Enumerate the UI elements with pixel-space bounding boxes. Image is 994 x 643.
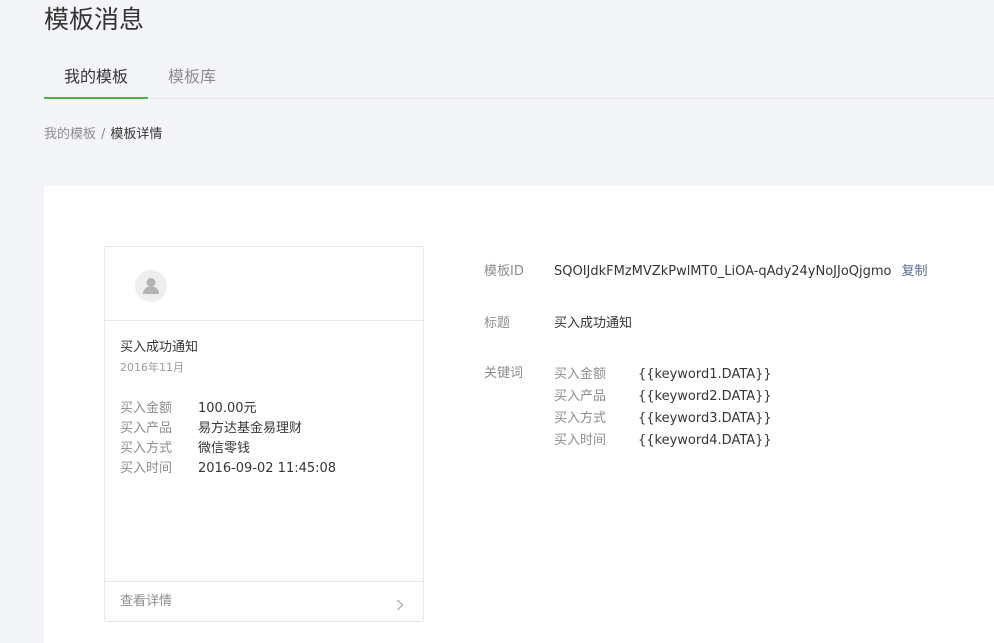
template-id-label: 模板ID <box>484 264 524 279</box>
template-id-value: SQOIJdkFMzMVZkPwlMT0_LiOA-qAdy24yNoJJoQj… <box>554 264 892 279</box>
preview-body: 买入成功通知 2016年11月 买入金额 100.00元 买入产品 易方达基金易… <box>120 339 408 479</box>
keyword-name: 买入金额 <box>554 367 607 382</box>
preview-field-row: 买入产品 易方达基金易理财 <box>120 419 408 439</box>
keyword-name: 买入时间 <box>554 433 607 448</box>
breadcrumb-current: 模板详情 <box>110 127 163 142</box>
keywords-list: 买入金额 {{keyword1.DATA}} 买入产品 {{keyword2.D… <box>554 364 772 452</box>
view-details-label: 查看详情 <box>120 594 173 609</box>
user-avatar-icon <box>135 270 167 302</box>
keyword-value: {{keyword1.DATA}} <box>638 367 772 382</box>
keywords-label: 关键词 <box>484 366 524 381</box>
preview-field-value: 2016-09-02 11:45:08 <box>198 461 337 476</box>
view-details-link[interactable]: 查看详情 <box>105 581 423 621</box>
preview-header <box>105 247 423 321</box>
preview-fields: 买入金额 100.00元 买入产品 易方达基金易理财 买入方式 微信零钱 买入时… <box>120 399 408 479</box>
preview-field-row: 买入金额 100.00元 <box>120 399 408 419</box>
breadcrumb: 我的模板 / 模板详情 <box>44 126 162 144</box>
preview-field-row: 买入方式 微信零钱 <box>120 439 408 459</box>
keyword-value: {{keyword3.DATA}} <box>638 411 772 426</box>
tab-my-templates[interactable]: 我的模板 <box>44 58 148 99</box>
template-title-value: 买入成功通知 <box>554 316 633 331</box>
template-title-row: 标题 买入成功通知 <box>484 314 984 334</box>
preview-field-label: 买入产品 <box>120 421 173 436</box>
keyword-name: 买入产品 <box>554 389 607 404</box>
copy-button[interactable]: 复制 <box>902 264 928 279</box>
message-preview-card: 买入成功通知 2016年11月 买入金额 100.00元 买入产品 易方达基金易… <box>104 246 424 622</box>
tab-bar: 我的模板 模板库 <box>44 58 994 99</box>
keyword-value: {{keyword4.DATA}} <box>638 433 772 448</box>
breadcrumb-separator: / <box>101 127 106 142</box>
preview-field-row: 买入时间 2016-09-02 11:45:08 <box>120 459 408 479</box>
preview-field-value: 100.00元 <box>198 401 257 416</box>
chevron-right-icon <box>394 596 406 611</box>
preview-field-value: 易方达基金易理财 <box>198 421 303 436</box>
template-details: 模板ID SQOIJdkFMzMVZkPwlMT0_LiOA-qAdy24yNo… <box>484 262 984 448</box>
preview-title: 买入成功通知 <box>120 340 199 355</box>
page-title: 模板消息 <box>44 5 145 34</box>
keyword-item: 买入时间 {{keyword4.DATA}} <box>554 430 772 452</box>
template-title-label: 标题 <box>484 316 511 331</box>
tab-template-library[interactable]: 模板库 <box>168 58 216 98</box>
preview-date: 2016年11月 <box>120 361 184 374</box>
preview-field-value: 微信零钱 <box>198 441 251 456</box>
breadcrumb-my-templates[interactable]: 我的模板 <box>44 127 96 142</box>
template-id-row: 模板ID SQOIJdkFMzMVZkPwlMT0_LiOA-qAdy24yNo… <box>484 262 984 282</box>
keyword-item: 买入金额 {{keyword1.DATA}} <box>554 364 772 386</box>
preview-field-label: 买入金额 <box>120 401 173 416</box>
keyword-name: 买入方式 <box>554 411 607 426</box>
keyword-item: 买入方式 {{keyword3.DATA}} <box>554 408 772 430</box>
template-id-value-wrap: SQOIJdkFMzMVZkPwlMT0_LiOA-qAdy24yNoJJoQj… <box>554 262 928 282</box>
keyword-value: {{keyword2.DATA}} <box>638 389 772 404</box>
keyword-item: 买入产品 {{keyword2.DATA}} <box>554 386 772 408</box>
preview-field-label: 买入方式 <box>120 441 173 456</box>
template-detail-panel: 买入成功通知 2016年11月 买入金额 100.00元 买入产品 易方达基金易… <box>44 186 994 643</box>
preview-field-label: 买入时间 <box>120 461 173 476</box>
